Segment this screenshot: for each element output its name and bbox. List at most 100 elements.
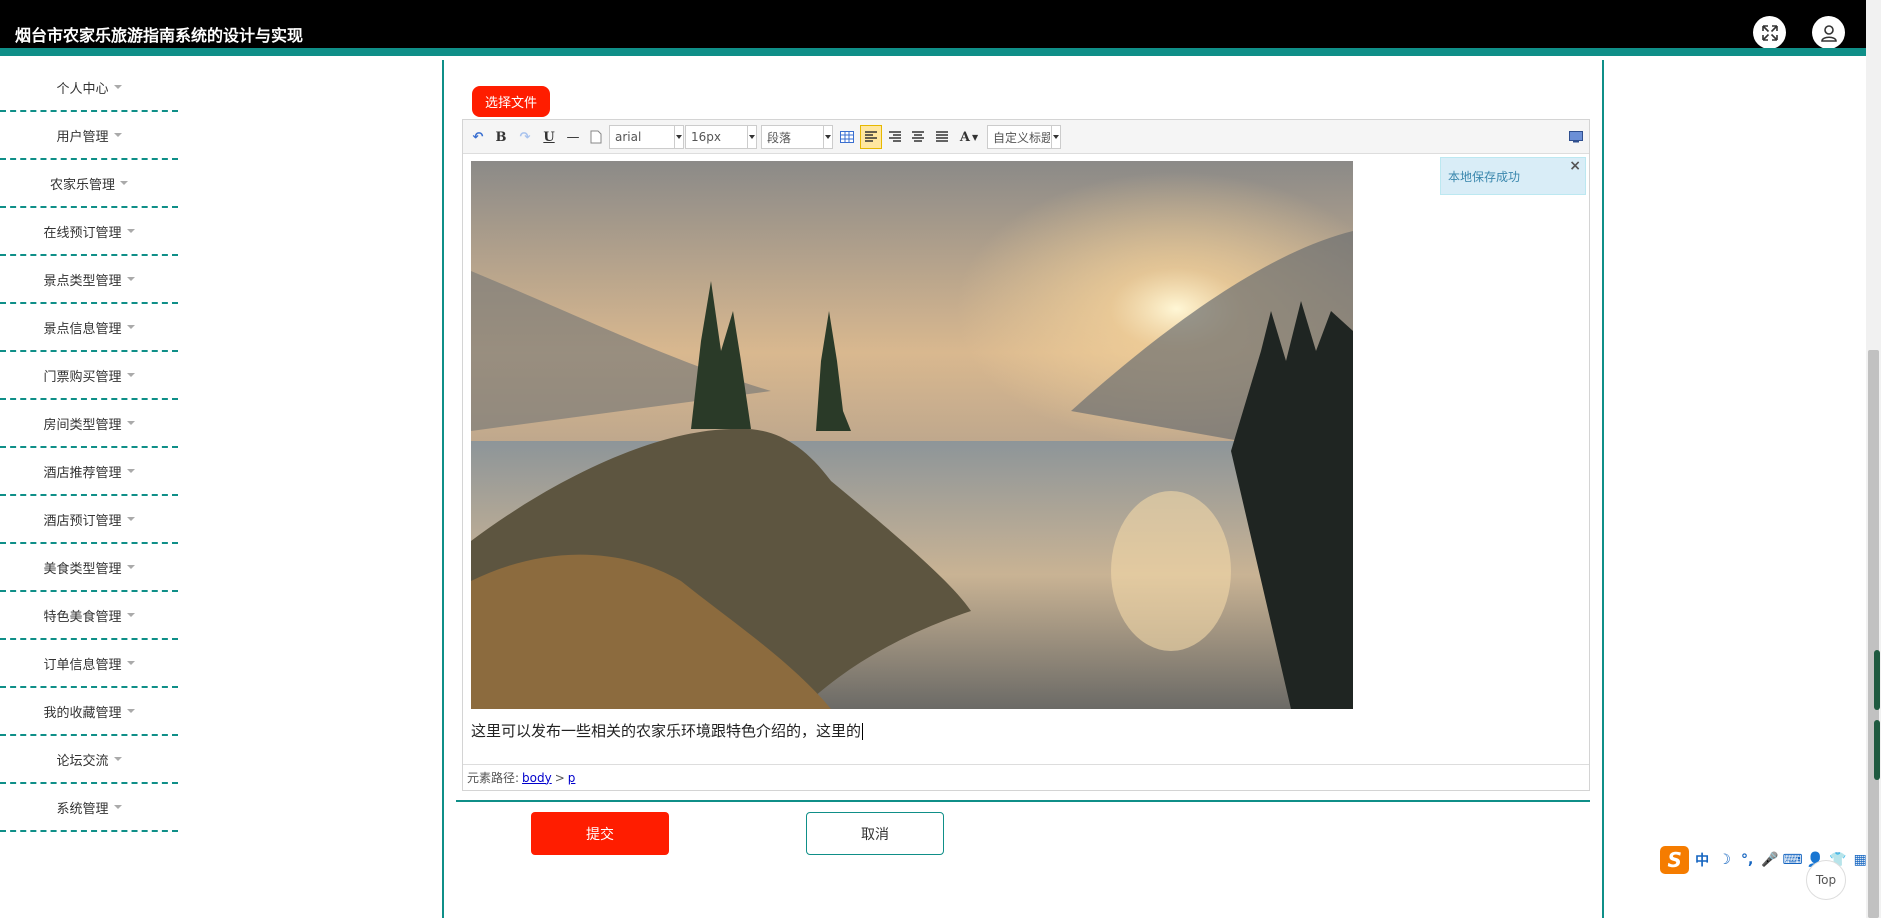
font-color-button[interactable]: A ▼ <box>956 127 982 147</box>
grid-icon[interactable]: ▦ <box>1850 850 1870 870</box>
caret-down-icon <box>126 517 135 521</box>
sidebar-item-label: 景点信息管理 <box>43 321 122 337</box>
toast-message: 本地保存成功 <box>1448 170 1521 184</box>
dropdown-arrow-icon <box>1051 126 1060 148</box>
fullscreen-editor-button[interactable] <box>1567 127 1585 147</box>
sidebar-item-scenic-info[interactable]: 景点信息管理 <box>0 304 178 352</box>
user-button[interactable] <box>1812 16 1845 49</box>
cancel-button[interactable]: 取消 <box>806 812 944 855</box>
custom-title-select[interactable]: 自定义标题 <box>987 125 1061 149</box>
back-to-top-button[interactable]: Top <box>1806 860 1846 900</box>
chinese-mode-icon[interactable]: 中 <box>1692 850 1712 870</box>
scrollbar-thumb[interactable] <box>1868 350 1879 918</box>
page-scrollbar[interactable] <box>1866 0 1881 918</box>
text-cursor <box>862 723 864 740</box>
sidebar-item-label: 门票购买管理 <box>43 369 122 385</box>
sidebar-item-my-favorites[interactable]: 我的收藏管理 <box>0 688 178 736</box>
caret-down-icon <box>126 373 135 377</box>
keyboard-icon[interactable]: ⌨ <box>1782 850 1802 870</box>
caret-down-icon <box>126 469 135 473</box>
page-icon[interactable] <box>588 127 604 147</box>
editor-content-text[interactable]: 这里可以发布一些相关的农家乐环境跟特色介绍的，这里的 <box>471 720 864 741</box>
dropdown-arrow-icon <box>747 126 756 148</box>
sidebar-item-label: 个人中心 <box>56 81 109 97</box>
sidebar-item-online-booking[interactable]: 在线预订管理 <box>0 208 178 256</box>
redo-icon[interactable]: ↷ <box>516 127 534 147</box>
sidebar-item-user-management[interactable]: 用户管理 <box>0 112 178 160</box>
element-path-separator: > <box>554 770 565 785</box>
sidebar-item-hotel-booking[interactable]: 酒店预订管理 <box>0 496 178 544</box>
choose-file-button[interactable]: 选择文件 <box>472 86 550 117</box>
sogou-logo-icon[interactable]: S <box>1660 846 1690 874</box>
table-icon <box>840 131 854 143</box>
font-size-value: 16px <box>691 130 721 144</box>
align-left-button[interactable] <box>860 125 882 149</box>
scroll-indicator <box>1874 650 1880 710</box>
paragraph-select[interactable]: 段落 <box>761 125 833 149</box>
horizontal-rule-button[interactable]: — <box>564 127 582 147</box>
bold-button[interactable]: B <box>493 127 509 147</box>
caret-down-icon <box>113 757 122 761</box>
sidebar-item-forum[interactable]: 论坛交流 <box>0 736 178 784</box>
punctuation-icon[interactable]: °, <box>1737 850 1757 870</box>
sidebar-item-label: 美食类型管理 <box>43 561 122 577</box>
sidebar-nav: 个人中心 用户管理 农家乐管理 在线预订管理 景点类型管理 景点信息管理 门票购… <box>0 64 178 832</box>
font-size-select[interactable]: 16px <box>685 125 757 149</box>
moon-icon[interactable]: ☽ <box>1715 850 1735 870</box>
custom-title-value: 自定义标题 <box>993 130 1050 145</box>
save-success-toast: 本地保存成功 × <box>1440 157 1586 195</box>
table-button[interactable] <box>838 127 856 147</box>
sidebar-item-label: 系统管理 <box>56 801 109 817</box>
font-color-icon: A <box>959 129 970 145</box>
close-icon[interactable]: × <box>1569 158 1581 174</box>
font-family-value: arial <box>615 130 642 144</box>
sidebar-item-farmhouse-management[interactable]: 农家乐管理 <box>0 160 178 208</box>
sidebar-item-ticket-purchase[interactable]: 门票购买管理 <box>0 352 178 400</box>
caret-down-icon <box>126 661 135 665</box>
microphone-icon[interactable]: 🎤 <box>1760 850 1780 870</box>
caret-down-icon <box>120 181 128 185</box>
caret-down-icon <box>126 709 135 713</box>
align-right-icon <box>889 131 901 142</box>
element-path-label: 元素路径: <box>467 771 520 785</box>
sidebar-item-personal-center[interactable]: 个人中心 <box>0 64 178 112</box>
content-landscape-image <box>471 161 1353 709</box>
sidebar-item-system-management[interactable]: 系统管理 <box>0 784 178 832</box>
align-left-icon <box>865 131 877 142</box>
align-center-button[interactable] <box>909 127 927 147</box>
align-right-button[interactable] <box>886 127 904 147</box>
user-avatar-icon <box>1820 24 1837 42</box>
align-center-icon <box>912 131 924 142</box>
sidebar-item-room-type[interactable]: 房间类型管理 <box>0 400 178 448</box>
sidebar-item-special-food[interactable]: 特色美食管理 <box>0 592 178 640</box>
sidebar-item-food-type[interactable]: 美食类型管理 <box>0 544 178 592</box>
submit-button[interactable]: 提交 <box>531 812 669 855</box>
element-path-body-link[interactable]: body <box>522 771 552 785</box>
scroll-indicator <box>1874 720 1880 780</box>
paragraph-value: 段落 <box>767 130 792 145</box>
sidebar-item-hotel-recommend[interactable]: 酒店推荐管理 <box>0 448 178 496</box>
caret-down-icon <box>126 613 135 617</box>
caret-down-icon <box>126 565 135 569</box>
top-header: 烟台市农家乐旅游指南系统的设计与实现 <box>0 0 1866 56</box>
element-path-p-link[interactable]: p <box>568 771 576 785</box>
undo-icon[interactable]: ↶ <box>469 127 487 147</box>
sidebar-item-label: 论坛交流 <box>56 753 109 769</box>
font-family-select[interactable]: arial <box>609 125 684 149</box>
app-title: 烟台市农家乐旅游指南系统的设计与实现 <box>15 26 304 45</box>
fullscreen-button[interactable] <box>1753 16 1786 49</box>
caret-down-icon <box>113 85 122 89</box>
caret-down-icon <box>113 805 122 809</box>
sidebar-item-scenic-type[interactable]: 景点类型管理 <box>0 256 178 304</box>
sidebar-item-label: 房间类型管理 <box>43 417 122 433</box>
justify-button[interactable] <box>933 127 951 147</box>
document-icon <box>590 130 602 144</box>
form-divider <box>456 800 1590 802</box>
rich-text-editor[interactable]: ↶ B ↷ U — arial 16px 段落 A ▼ 自定义标题 这里可以发布… <box>462 119 1590 791</box>
underline-button[interactable]: U <box>541 127 557 147</box>
sidebar-item-order-info[interactable]: 订单信息管理 <box>0 640 178 688</box>
monitor-icon <box>1569 131 1583 143</box>
dropdown-arrow-icon <box>674 126 683 148</box>
expand-arrows-icon <box>1761 24 1778 41</box>
header-accent-bar <box>0 48 1866 56</box>
